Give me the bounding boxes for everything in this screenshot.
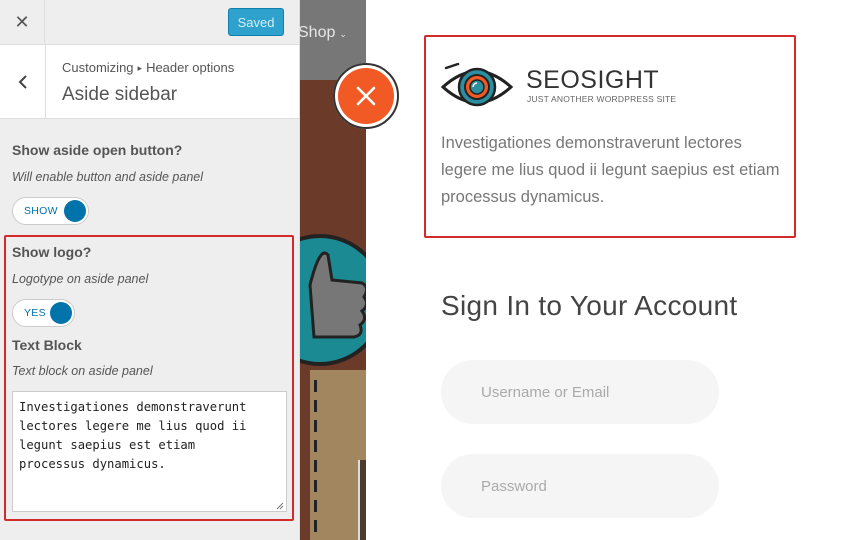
show-aside-button-toggle[interactable]: SHOW [12,197,89,225]
eye-logo-icon [440,62,514,107]
customizer-panel: ✕ Saved Customizing ▸ Header options Aside… [0,0,300,540]
back-button[interactable] [0,45,46,119]
show-logo-description: Logotype on aside panel [12,272,149,286]
text-block-textarea[interactable]: Investigationes demonstraverunt lectores… [12,391,287,512]
section-title: Aside sidebar [62,84,178,105]
close-icon: ✕ [14,12,30,32]
aside-close-button[interactable] [333,63,399,129]
aside-close-core [338,68,394,124]
save-button[interactable]: Saved [228,8,284,36]
chevron-down-icon: ⌄ [339,29,347,39]
customizer-header: ✕ Saved [0,0,299,45]
breadcrumb-root: Customizing [62,60,134,75]
show-logo-toggle[interactable]: YES [12,299,75,327]
brand-name: SEOSIGHT [526,66,660,94]
illustration-dash-line [314,380,317,540]
breadcrumb-separator-icon: ▸ [137,63,143,73]
show-logo-label: Show logo? [12,244,92,260]
chevron-left-icon [18,75,27,89]
username-input[interactable] [441,360,719,424]
signin-title: Sign In to Your Account [441,290,738,321]
close-icon [356,86,376,106]
breadcrumb-parent: Header options [146,60,235,75]
toggle-state-text: SHOW [24,205,58,217]
toggle-knob [64,200,86,222]
resize-grip-icon[interactable] [276,502,284,510]
toggle-knob [50,302,72,324]
show-aside-button-label: Show aside open button? [12,142,183,158]
thumbs-up-illustration [300,234,370,366]
show-aside-button-description: Will enable button and aside panel [12,170,203,184]
nav-shop-link[interactable]: Shop ⌄ [298,24,347,42]
nav-shop-label: Shop [298,24,336,41]
text-block-label: Text Block [12,337,82,353]
toggle-state-text: YES [24,307,46,319]
section-header: Customizing ▸ Header options Aside sidebar [0,45,299,119]
close-customizer-button[interactable]: ✕ [0,0,45,45]
password-input[interactable] [441,454,719,518]
text-block-description: Text block on aside panel [12,364,153,378]
brand-tagline: JUST ANOTHER WORDPRESS SITE [527,94,677,104]
aside-text-block: Investigationes demonstraverunt lectores… [441,134,780,206]
breadcrumb: Customizing ▸ Header options [62,60,234,75]
